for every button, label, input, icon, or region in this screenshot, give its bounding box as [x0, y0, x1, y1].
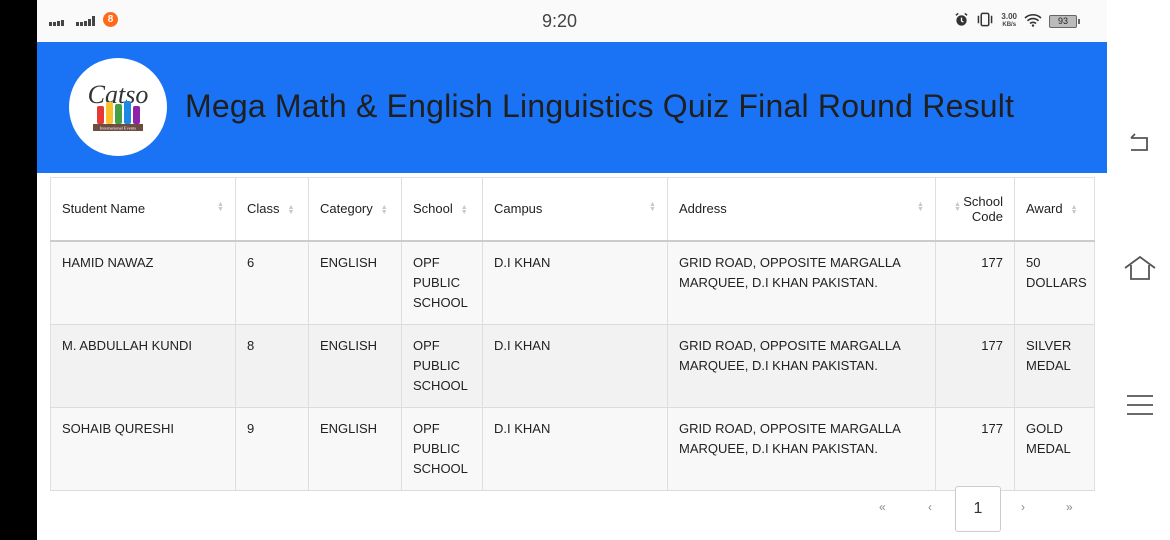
- cell-campus: D.I KHAN: [482, 240, 668, 324]
- cell-award: 50 DOLLARS: [1026, 254, 1087, 290]
- cell-school-code: 177: [935, 407, 1015, 490]
- cell-address: GRID ROAD, OPPOSITE MARGALLA MARQUEE, D.…: [667, 407, 936, 490]
- home-icon[interactable]: [1123, 254, 1157, 284]
- results-table: Student Name ▲ ▼ Class ▲ ▼ Category ▲ ▼ School…: [50, 177, 1095, 491]
- alarm-icon: [954, 12, 969, 30]
- cell-school: OPF PUBLIC SCHOOL: [401, 407, 483, 490]
- next-page-button[interactable]: ›: [1021, 500, 1025, 514]
- clock: 9:20: [541, 11, 578, 31]
- cell-address: GRID ROAD, OPPOSITE MARGALLA MARQUEE, D.…: [667, 240, 936, 324]
- sort-icon[interactable]: ▲ ▼: [381, 204, 388, 216]
- cell-class: 6: [235, 240, 309, 324]
- table-row: SOHAIB QURESHI 9 ENGLISH OPF PUBLIC SCHO…: [50, 407, 1095, 490]
- sort-icon[interactable]: ▲ ▼: [954, 201, 961, 213]
- page-title: Mega Math & English Linguistics Quiz Fin…: [185, 88, 1015, 124]
- column-header-award[interactable]: Award ▲ ▼: [1014, 177, 1095, 242]
- sort-icon[interactable]: ▲ ▼: [288, 204, 295, 216]
- status-bar: 8 9:20 3.00 KB/s 93: [37, 0, 1107, 42]
- column-header-label: Award: [1026, 201, 1063, 217]
- table-row: HAMID NAWAZ 6 ENGLISH OPF PUBLIC SCHOOL …: [50, 240, 1095, 324]
- column-header-student-name[interactable]: Student Name ▲ ▼: [50, 177, 236, 242]
- svg-text:International Events: International Events: [100, 126, 137, 131]
- column-header-school[interactable]: School ▲ ▼: [401, 177, 483, 242]
- back-icon[interactable]: [1123, 128, 1157, 158]
- cell-school-code: 177: [935, 240, 1015, 324]
- column-header-label: Category: [320, 201, 373, 217]
- sort-icon[interactable]: ▲ ▼: [649, 201, 656, 213]
- sort-icon[interactable]: ▲ ▼: [1071, 204, 1078, 216]
- cell-class: 9: [235, 407, 309, 490]
- system-nav-rail: [1107, 0, 1170, 540]
- cell-category: ENGLISH: [308, 407, 402, 490]
- cell-school: OPF PUBLIC SCHOOL: [401, 240, 483, 324]
- page-header: Catso International Events Mega Math & E…: [37, 42, 1107, 173]
- cell-school-code: 177: [935, 324, 1015, 407]
- cell-class: 8: [235, 324, 309, 407]
- cell-campus: D.I KHAN: [482, 407, 668, 490]
- pagination: « ‹ 1 › »: [37, 486, 1107, 532]
- column-header-label: Campus: [494, 201, 543, 217]
- status-right: 3.00 KB/s 93: [954, 12, 1080, 30]
- column-header-label: Class: [247, 201, 280, 217]
- table-row: M. ABDULLAH KUNDI 8 ENGLISH OPF PUBLIC S…: [50, 324, 1095, 407]
- column-header-label: School: [963, 193, 1003, 209]
- cell-award: GOLD MEDAL: [1026, 420, 1071, 456]
- sort-icon[interactable]: ▲ ▼: [217, 201, 224, 213]
- cell-category: ENGLISH: [308, 240, 402, 324]
- column-header-campus[interactable]: Campus ▲ ▼: [482, 177, 668, 242]
- prev-page-button[interactable]: ‹: [928, 500, 932, 514]
- cell-address: GRID ROAD, OPPOSITE MARGALLA MARQUEE, D.…: [667, 324, 936, 407]
- column-header-label: School: [413, 201, 453, 217]
- catso-logo: Catso International Events: [69, 58, 167, 156]
- cell-student-name: HAMID NAWAZ: [50, 240, 236, 324]
- net-speed-value: 3.00: [1001, 12, 1017, 21]
- column-header-label: Address: [679, 201, 727, 217]
- cell-category: ENGLISH: [308, 324, 402, 407]
- column-header-category[interactable]: Category ▲ ▼: [308, 177, 402, 242]
- column-header-class[interactable]: Class ▲ ▼: [235, 177, 309, 242]
- column-header-label: Code: [971, 208, 1003, 224]
- column-header-address[interactable]: Address ▲ ▼: [667, 177, 936, 242]
- table-header-row: Student Name ▲ ▼ Class ▲ ▼ Category ▲ ▼ School…: [50, 177, 1095, 242]
- page-1-button[interactable]: 1: [955, 486, 1001, 532]
- browser-screen: 8 9:20 3.00 KB/s 93 Catso International …: [37, 0, 1107, 540]
- wifi-icon: [1024, 13, 1042, 30]
- cell-school: OPF PUBLIC SCHOOL: [401, 324, 483, 407]
- net-speed-unit: KB/s: [1002, 22, 1017, 28]
- column-header-label: Student Name: [62, 201, 146, 217]
- menu-icon[interactable]: [1123, 390, 1157, 420]
- vibrate-icon: [976, 12, 994, 30]
- net-speed: 3.00 KB/s: [1001, 13, 1017, 29]
- sort-icon[interactable]: ▲ ▼: [917, 201, 924, 213]
- cell-student-name: M. ABDULLAH KUNDI: [50, 324, 236, 407]
- cell-campus: D.I KHAN: [482, 324, 668, 407]
- column-header-school-code[interactable]: ▲ ▼ School Code: [935, 177, 1015, 242]
- cell-student-name: SOHAIB QURESHI: [50, 407, 236, 490]
- cell-award: SILVER MEDAL: [1026, 337, 1072, 373]
- first-page-button[interactable]: «: [879, 500, 886, 514]
- last-page-button[interactable]: »: [1066, 500, 1073, 514]
- battery-icon: 93: [1049, 14, 1080, 28]
- sort-icon[interactable]: ▲ ▼: [461, 204, 468, 216]
